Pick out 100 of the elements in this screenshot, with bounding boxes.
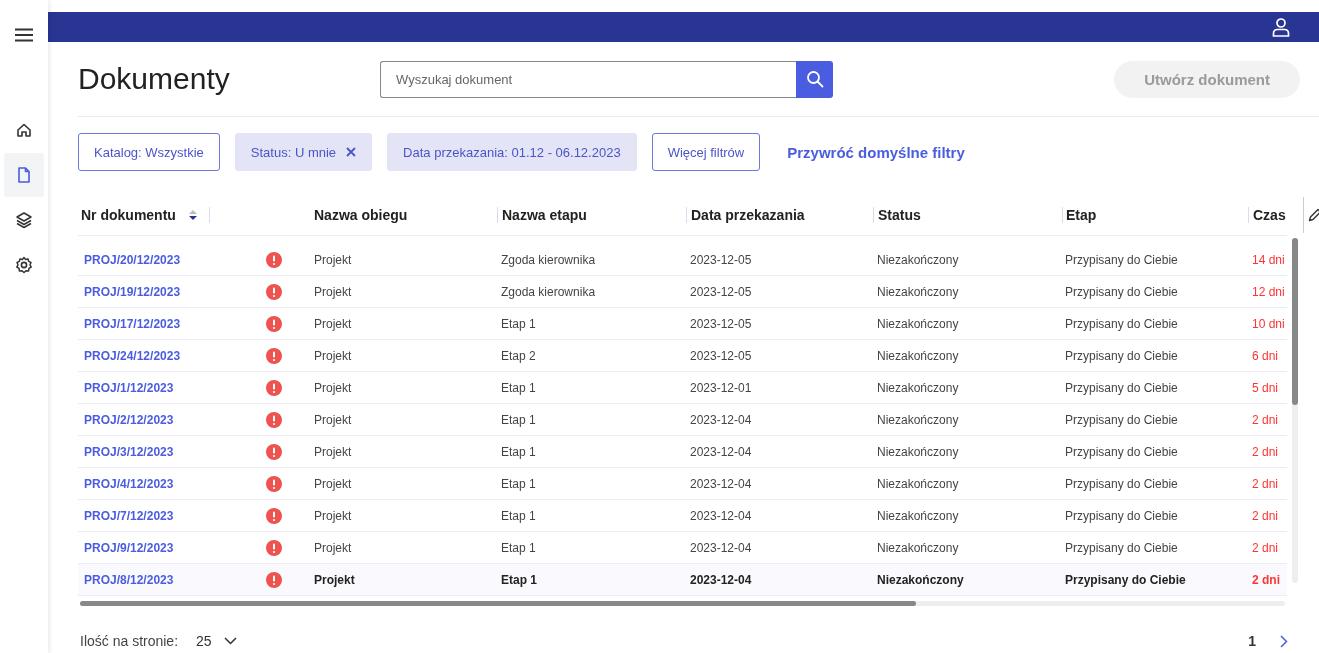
table-cell: Przypisany do Ciebie <box>1065 284 1178 299</box>
table-cell: Projekt <box>314 444 352 459</box>
document-link[interactable]: PROJ/3/12/2023 <box>84 444 174 459</box>
table-cell: Etap 2 <box>501 348 536 363</box>
table-cell: Przypisany do Ciebie <box>1065 476 1178 491</box>
layers-icon <box>15 211 33 229</box>
document-link[interactable]: PROJ/24/12/2023 <box>84 348 181 363</box>
table-cell: Przypisany do Ciebie <box>1065 316 1178 331</box>
document-link[interactable]: PROJ/17/12/2023 <box>84 316 181 331</box>
filter-chip[interactable]: Status: U mnie <box>234 133 373 172</box>
table-cell: Etap 1 <box>501 412 536 427</box>
settings-icon <box>15 256 33 274</box>
table-cell: 2 dni <box>1252 508 1279 523</box>
filter-button[interactable]: Katalog: Wszystkie <box>78 133 220 172</box>
table-cell: Projekt <box>314 572 355 587</box>
table-cell: Projekt <box>314 348 352 363</box>
column-header[interactable]: Data przekazania <box>691 207 805 224</box>
table-cell: Przypisany do Ciebie <box>1065 348 1178 363</box>
filter-chip[interactable]: Data przekazania: 01.12 - 06.12.2023 <box>387 133 637 172</box>
column-header[interactable]: Nr dokumentu <box>81 207 176 224</box>
table-cell: Etap 1 <box>501 476 536 491</box>
table-cell: 2023-12-05 <box>690 284 752 299</box>
table-cell: 2 dni <box>1252 412 1279 427</box>
chevron-down-icon <box>223 637 237 646</box>
table-cell: Przypisany do Ciebie <box>1065 508 1178 523</box>
document-link[interactable]: PROJ/19/12/2023 <box>84 284 181 299</box>
table-cell: 2023-12-05 <box>690 316 752 331</box>
next-page-button[interactable] <box>1280 634 1288 648</box>
table-cell: Niezakończony <box>877 252 959 267</box>
table-cell: Przypisany do Ciebie <box>1065 540 1178 555</box>
search-button[interactable] <box>796 60 833 98</box>
column-header[interactable]: Nazwa etapu <box>502 207 587 224</box>
document-link[interactable]: PROJ/7/12/2023 <box>84 508 174 523</box>
page-size-select[interactable]: 25 <box>192 631 241 652</box>
table-cell: 14 dni <box>1252 252 1285 267</box>
table-cell: 2023-12-04 <box>690 444 752 459</box>
vertical-scrollbar[interactable] <box>1292 238 1298 584</box>
table-cell: Niezakończony <box>877 284 959 299</box>
table-cell: Projekt <box>314 476 352 491</box>
table-cell: 2023-12-04 <box>690 476 752 491</box>
document-link[interactable]: PROJ/2/12/2023 <box>84 412 174 427</box>
document-link[interactable]: PROJ/8/12/2023 <box>84 572 174 587</box>
table-cell: 2023-12-04 <box>690 540 752 555</box>
table-cell: 5 dni <box>1252 380 1279 395</box>
table-cell: Niezakończony <box>877 540 959 555</box>
home-icon <box>15 121 33 139</box>
table-cell: Niezakończony <box>877 508 959 523</box>
sort-icon[interactable] <box>187 208 198 223</box>
document-icon <box>15 166 33 184</box>
table-cell: Etap 1 <box>501 380 536 395</box>
table-cell: 2023-12-04 <box>690 508 752 523</box>
pencil-icon[interactable] <box>1308 208 1319 223</box>
reset-filters-link[interactable]: Przywróć domyślne filtry <box>787 143 965 161</box>
table-cell: Projekt <box>314 508 352 523</box>
chevron-right-icon <box>1280 634 1288 648</box>
search-field[interactable]: Wyszukaj dokument <box>380 60 796 98</box>
table-cell: Zgoda kierownika <box>501 252 596 267</box>
table-cell: Projekt <box>314 380 352 395</box>
table-row[interactable]: PROJ/8/12/2023 Projekt Etap 1 2023-12-04 Niezakończony Przypisany do Ciebie 2 dni <box>78 564 1287 597</box>
page-title: Dokumenty <box>78 62 231 97</box>
column-header[interactable]: Nazwa obiegu <box>314 207 408 224</box>
document-link[interactable]: PROJ/1/12/2023 <box>84 380 174 395</box>
table-cell: 2023-12-04 <box>690 412 752 427</box>
table-cell: Przypisany do Ciebie <box>1065 412 1178 427</box>
table-cell: 2023-12-04 <box>690 572 752 587</box>
table-cell: Niezakończony <box>877 412 959 427</box>
close-icon[interactable] <box>346 147 357 158</box>
document-link[interactable]: PROJ/9/12/2023 <box>84 540 174 555</box>
table-cell: Etap 1 <box>501 444 536 459</box>
document-link[interactable]: PROJ/20/12/2023 <box>84 252 181 267</box>
table-cell: 2 dni <box>1252 572 1280 587</box>
table-cell: Etap 1 <box>501 316 536 331</box>
document-link[interactable]: PROJ/4/12/2023 <box>84 476 174 491</box>
menu-icon[interactable] <box>15 28 33 42</box>
table-cell: Zgoda kierownika <box>501 284 596 299</box>
table-cell: 2023-12-05 <box>690 348 752 363</box>
table-cell: Projekt <box>314 284 352 299</box>
table-cell: Przypisany do Ciebie <box>1065 572 1186 587</box>
table-cell: 2 dni <box>1252 540 1279 555</box>
page-size-label: Ilość na stronie: <box>80 633 179 650</box>
table-cell: Projekt <box>314 412 352 427</box>
table-cell: 2023-12-05 <box>690 252 752 267</box>
page-button[interactable]: 1 <box>1244 633 1260 650</box>
table-cell: Przypisany do Ciebie <box>1065 252 1178 267</box>
column-header[interactable]: Czas <box>1253 207 1286 224</box>
filter-button[interactable]: Więcej filtrów <box>651 133 761 172</box>
table-cell: Niezakończony <box>877 572 964 587</box>
table-cell: Projekt <box>314 252 352 267</box>
column-header[interactable]: Status <box>878 207 921 224</box>
column-header[interactable]: Etap <box>1066 207 1097 224</box>
table-cell: 6 dni <box>1252 348 1279 363</box>
table-cell: Przypisany do Ciebie <box>1065 380 1178 395</box>
table-cell: Niezakończony <box>877 316 959 331</box>
table-cell: Przypisany do Ciebie <box>1065 444 1178 459</box>
table-cell: 2 dni <box>1252 444 1279 459</box>
table-cell: Projekt <box>314 540 352 555</box>
horizontal-scrollbar[interactable] <box>80 601 1285 607</box>
table-cell: Projekt <box>314 316 352 331</box>
user-icon[interactable] <box>1271 17 1291 37</box>
table-cell: Etap 1 <box>501 508 536 523</box>
